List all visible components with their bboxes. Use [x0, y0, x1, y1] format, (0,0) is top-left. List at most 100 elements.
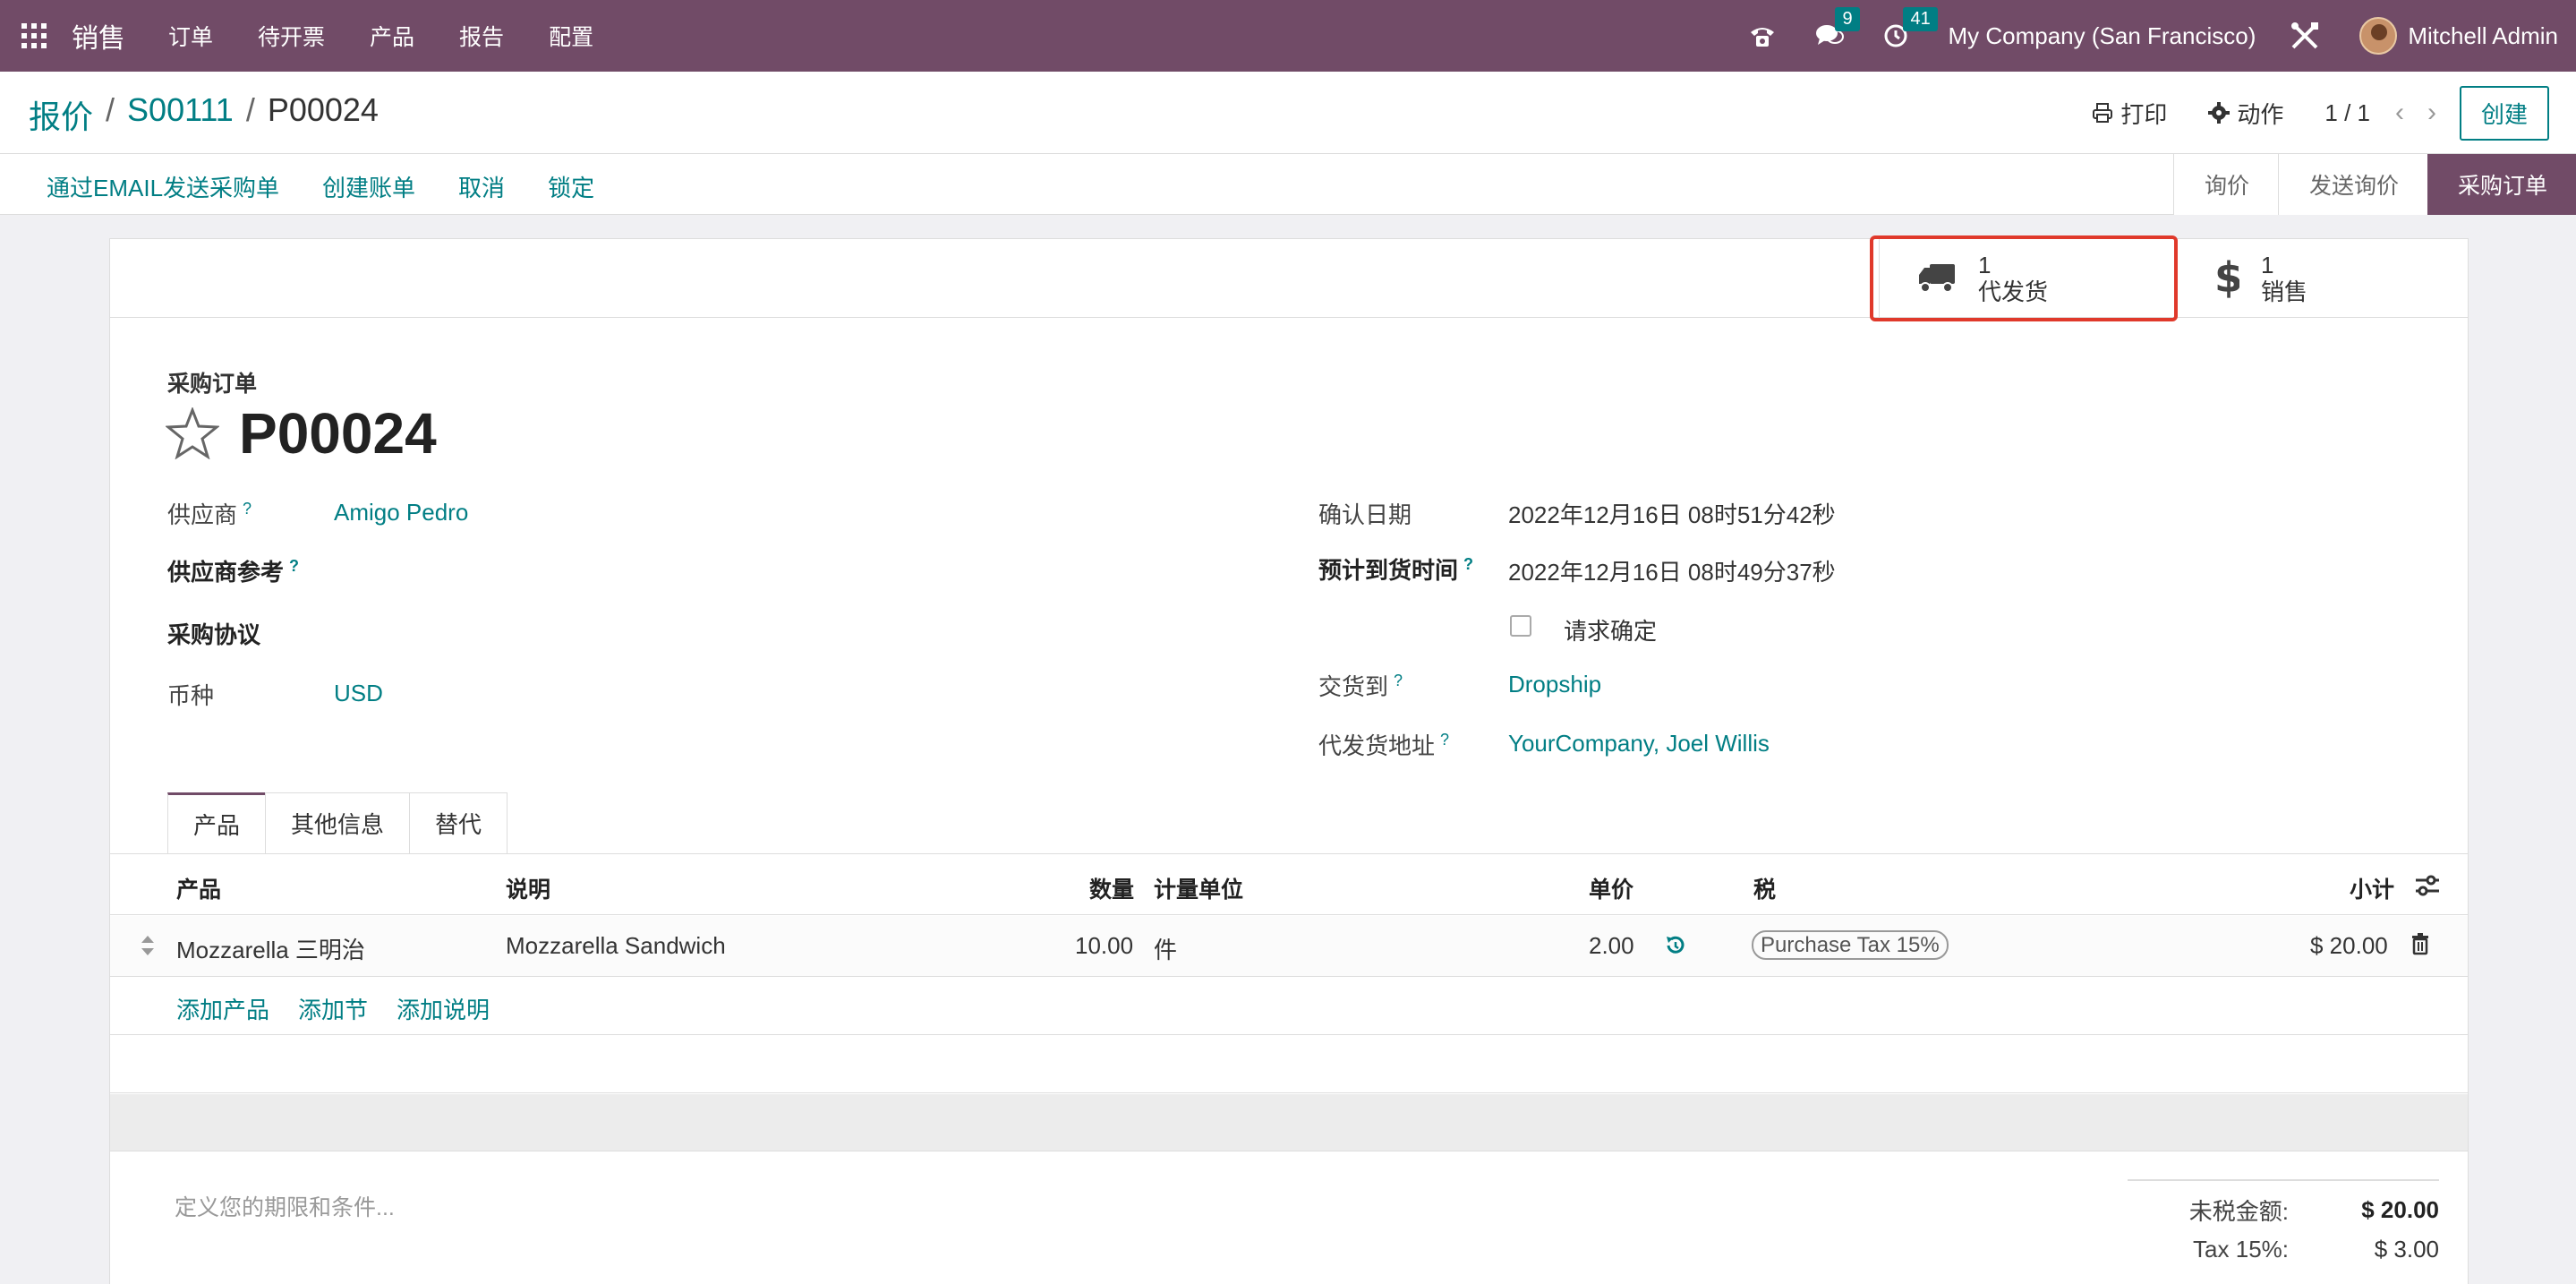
add-line-row: 添加产品 添加节 添加说明 [110, 978, 2468, 1035]
stage-rfq[interactable]: 询价 [2172, 154, 2278, 215]
po-name: P00024 [239, 401, 437, 466]
vendor-reference-field[interactable] [334, 552, 781, 583]
activities-badge: 41 [1903, 7, 1938, 31]
terms-conditions-field[interactable]: 定义您的期限和条件... [175, 1190, 395, 1222]
sales-smart-button[interactable]: $ 1 销售 [2174, 239, 2469, 318]
stage-pipeline: 询价 发送询价 采购订单 [2172, 154, 2576, 215]
column-settings-icon[interactable] [2414, 874, 2441, 903]
menu-products[interactable]: 产品 [370, 20, 414, 52]
dropship-address-label: 代发货地址? [1318, 731, 1450, 759]
untaxed-amount-label: 未税金额: [2188, 1197, 2289, 1225]
vendor-field[interactable]: Amigo Pedro [334, 499, 468, 526]
col-uom[interactable]: 计量单位 [1154, 872, 1243, 904]
stage-purchase-order[interactable]: 采购订单 [2427, 154, 2576, 215]
sales-count: 1 [2261, 252, 2274, 278]
dropship-address-field[interactable]: YourCompany, Joel Willis [1508, 730, 1770, 758]
ask-confirmation-checkbox[interactable] [1510, 615, 1531, 637]
create-bill-button[interactable]: 创建账单 [322, 170, 415, 203]
purchase-agreement-label: 采购协议 [167, 621, 261, 648]
vendor-reference-label: 供应商参考? [167, 557, 300, 586]
pager-value[interactable]: 1 / 1 [2324, 99, 2370, 127]
menu-to-invoice[interactable]: 待开票 [258, 20, 325, 52]
user-menu[interactable]: Mitchell Admin [2408, 22, 2558, 50]
add-section-link[interactable]: 添加节 [298, 992, 368, 1025]
apps-grid-icon[interactable] [21, 23, 47, 48]
order-lines-header: 产品 说明 数量 计量单位 单价 税 小计 [110, 854, 2468, 915]
activities-clock-icon[interactable]: 41 [1883, 7, 1938, 48]
lock-button[interactable]: 锁定 [548, 170, 594, 203]
col-subtotal[interactable]: 小计 [2350, 872, 2394, 904]
dropship-highlight-box [1870, 235, 2178, 321]
menu-configuration[interactable]: 配置 [549, 20, 593, 52]
print-button[interactable]: 打印 [2092, 97, 2167, 130]
messages-badge: 9 [1835, 7, 1860, 31]
action-button[interactable]: 动作 [2208, 97, 2283, 130]
send-po-email-button[interactable]: 通过EMAIL发送采购单 [47, 170, 279, 203]
pager-previous-icon[interactable]: ‹ [2395, 98, 2404, 128]
trash-icon[interactable] [2410, 932, 2430, 962]
tax-amount-value: $ 3.00 [2374, 1235, 2439, 1263]
deliver-to-field[interactable]: Dropship [1508, 671, 1601, 698]
cancel-button[interactable]: 取消 [458, 170, 505, 203]
line-subtotal: $ 20.00 [2310, 932, 2388, 959]
purchase-agreement-field[interactable] [334, 615, 781, 646]
confirmation-date-label: 确认日期 [1318, 501, 1412, 528]
printer-icon [2093, 103, 2113, 123]
col-unit-price[interactable]: 单价 [1589, 872, 1633, 904]
app-name[interactable]: 销售 [72, 16, 125, 56]
line-unit-price[interactable]: 2.00 [1589, 932, 1634, 960]
notebook-tabs: 产品 其他信息 替代 [167, 792, 508, 853]
totals-summary: 未税金额: $ 20.00 Tax 15%: $ 3.00 [2128, 1179, 2439, 1269]
drag-handle-icon[interactable] [141, 934, 155, 963]
user-avatar[interactable] [2359, 17, 2398, 55]
debug-tools-icon[interactable] [2290, 21, 2320, 51]
add-product-link[interactable]: 添加产品 [176, 992, 269, 1025]
menu-reporting[interactable]: 报告 [459, 20, 504, 52]
create-button[interactable]: 创建 [2459, 85, 2549, 141]
control-panel: 报价 / S00111 / P00024 打印 动作 1 / 1 ‹ › 创建 [0, 72, 2576, 154]
untaxed-amount-value: $ 20.00 [2361, 1195, 2439, 1223]
breadcrumb: 报价 / S00111 / P00024 [29, 91, 379, 138]
table-row[interactable]: Mozzarella 三明治 Mozzarella Sandwich 10.00… [110, 916, 2468, 977]
col-quantity[interactable]: 数量 [1089, 872, 1134, 904]
empty-row [110, 1036, 2468, 1093]
tab-products[interactable]: 产品 [167, 792, 267, 853]
status-bar: 通过EMAIL发送采购单 创建账单 取消 锁定 询价 发送询价 采购订单 [0, 154, 2576, 215]
phone-icon[interactable] [1749, 23, 1776, 48]
breadcrumb-quotations[interactable]: 报价 [29, 91, 93, 138]
ask-confirmation-label: 请求确定 [1564, 618, 1658, 645]
tax-amount-label: Tax 15%: [2193, 1235, 2289, 1263]
gear-icon [2208, 102, 2231, 124]
col-description[interactable]: 说明 [506, 872, 550, 904]
company-switcher[interactable]: My Company (San Francisco) [1948, 22, 2256, 50]
tab-alternatives[interactable]: 替代 [409, 792, 508, 853]
stage-rfq-sent[interactable]: 发送询价 [2277, 154, 2427, 215]
line-quantity[interactable]: 10.00 [1075, 932, 1133, 960]
dollar-icon: $ [2214, 256, 2239, 301]
currency-label: 币种 [167, 682, 215, 709]
line-product[interactable]: Mozzarella 三明治 [176, 932, 365, 965]
svg-text:$: $ [2214, 256, 2239, 301]
star-icon[interactable] [166, 407, 219, 459]
title-label: 采购订单 [167, 372, 258, 397]
expected-arrival-field[interactable]: 2022年12月16日 08时49分37秒 [1508, 554, 1836, 587]
menu-orders[interactable]: 订单 [168, 20, 213, 52]
confirmation-date-field[interactable]: 2022年12月16日 08时51分42秒 [1508, 497, 1836, 530]
currency-field[interactable]: USD [334, 680, 383, 707]
pager-next-icon[interactable]: › [2427, 98, 2436, 128]
expected-arrival-label: 预计到货时间? [1318, 555, 1474, 584]
form-sheet: 1 代发货 $ 1 销售 采购订单 P00024 供应商? Amigo Pedr… [109, 235, 2469, 1284]
col-taxes[interactable]: 税 [1753, 872, 1776, 904]
deliver-to-label: 交货到? [1318, 672, 1403, 700]
messages-icon[interactable]: 9 [1815, 7, 1860, 48]
breadcrumb-sale-order[interactable]: S00111 [127, 91, 234, 138]
empty-row [110, 1094, 2468, 1151]
line-uom[interactable]: 件 [1154, 932, 1177, 965]
vendor-label: 供应商? [167, 500, 252, 528]
history-icon[interactable] [1664, 934, 1687, 963]
col-product[interactable]: 产品 [176, 872, 221, 904]
line-description[interactable]: Mozzarella Sandwich [506, 932, 726, 960]
add-note-link[interactable]: 添加说明 [397, 992, 490, 1025]
tab-other-info[interactable]: 其他信息 [265, 792, 411, 853]
line-tax-tag[interactable]: Purchase Tax 15% [1752, 930, 1949, 960]
